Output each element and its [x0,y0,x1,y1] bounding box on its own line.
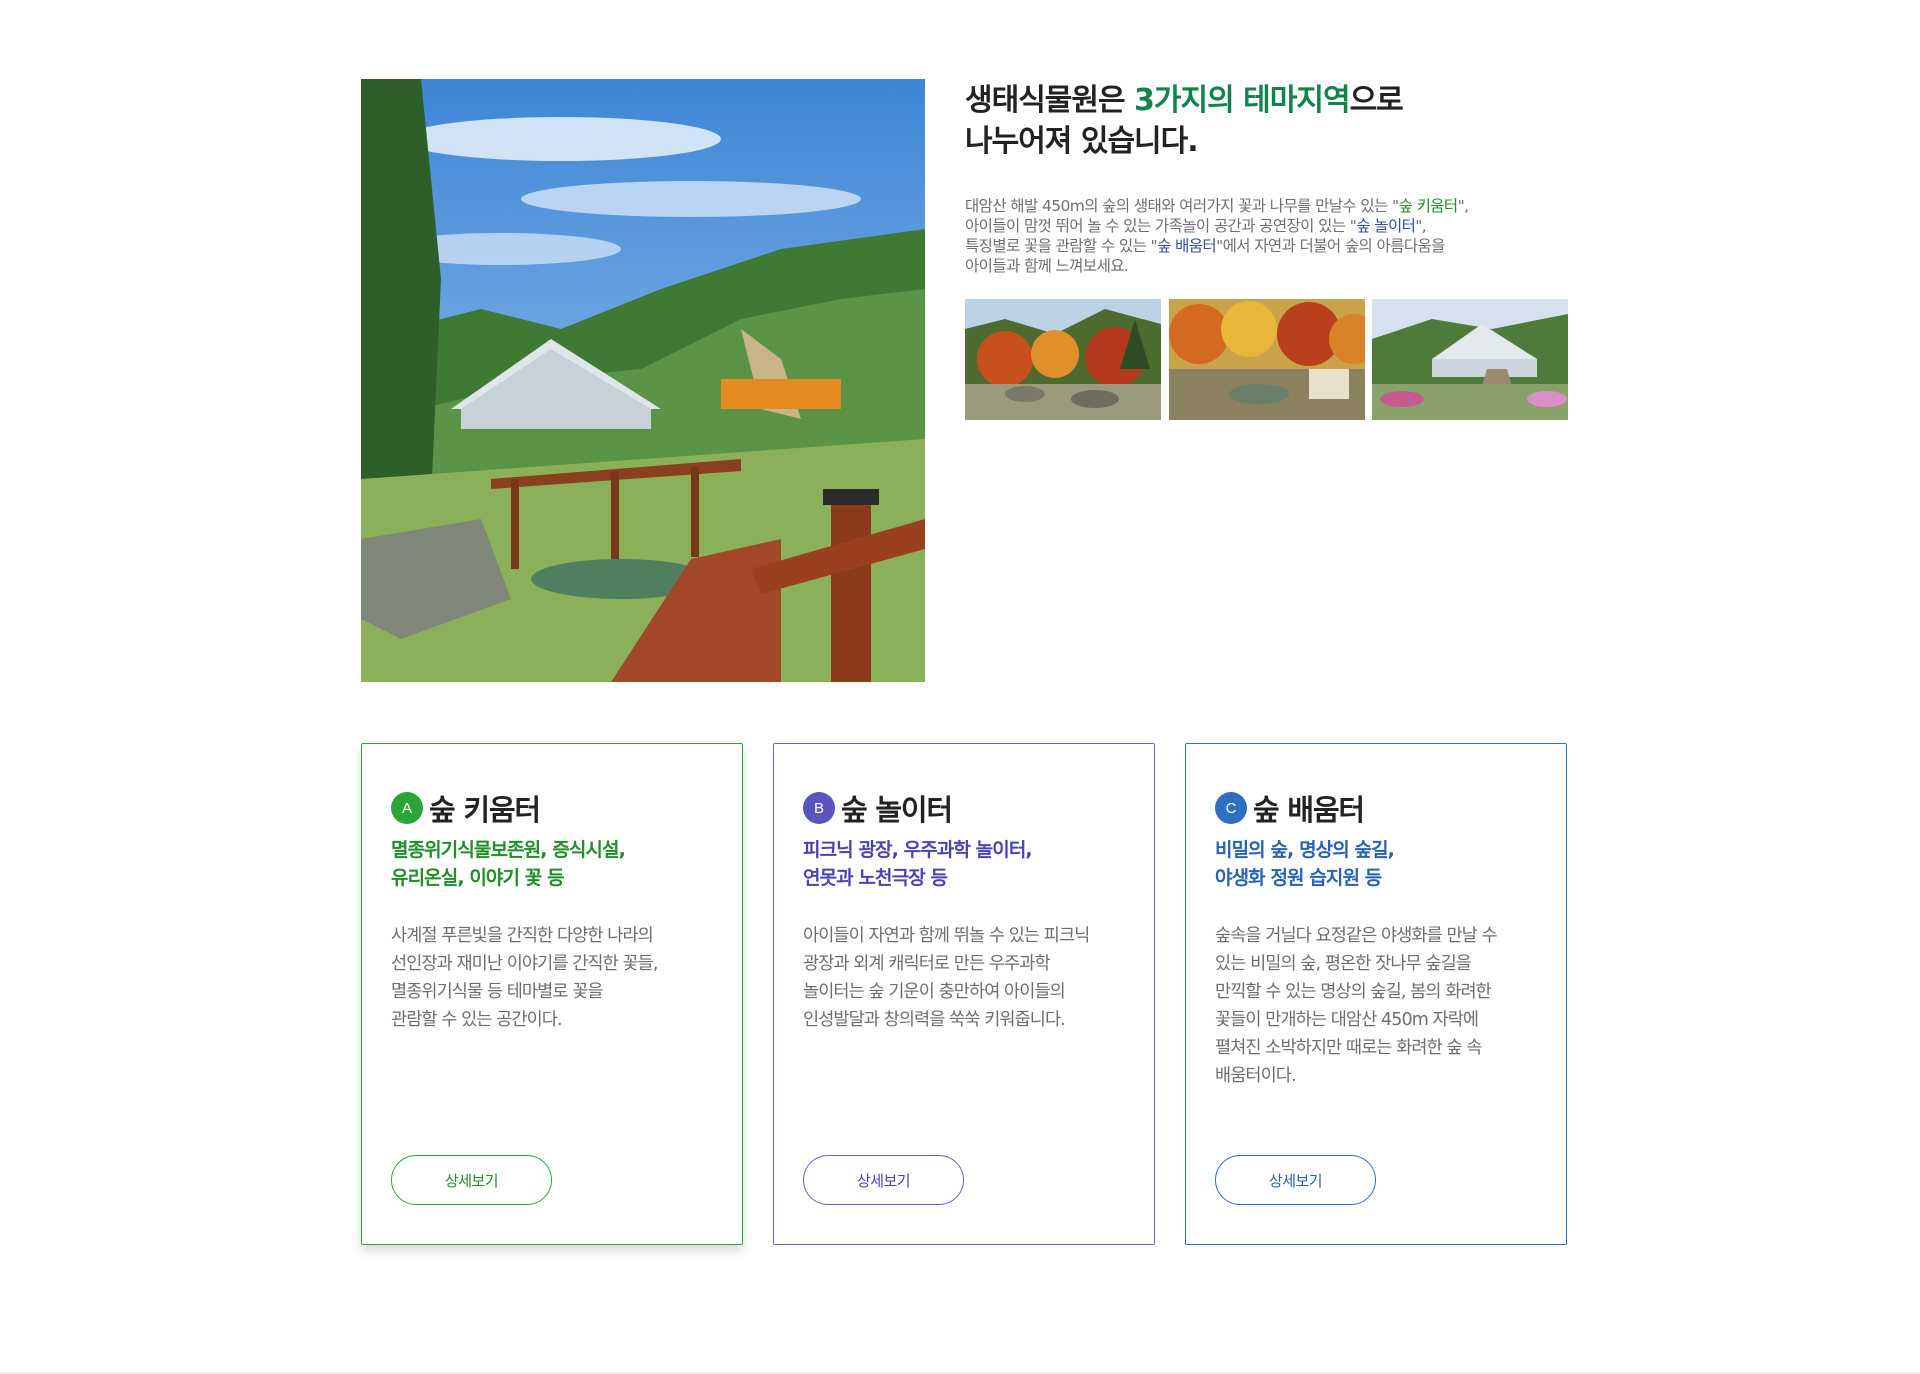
greenhouse-photo [1372,299,1568,420]
card-description-line: 배움터이다. [1215,1066,1297,1086]
desc-line1-q: 숲 키움터 [1398,197,1459,215]
card-subtitle-line: 연못과 노천극장 등 [803,867,948,889]
card-subtitle-line: 유리온실, 이야기 꽃 등 [391,867,565,889]
card-description-line: 놀이터는 숲 기운이 충만하여 아이들의 [803,982,1066,1002]
card-title-row: A 숲 키움터 [391,787,541,829]
card-description-line: 펼쳐진 소박하지만 때로는 화려한 숲 속 [1215,1038,1482,1058]
card-description-line: 관람할 수 있는 공간이다. [391,1010,563,1030]
card-description-line: 사계절 푸른빛을 간직한 다양한 나라의 [391,926,654,946]
desc-line3-b: "에서 자연과 더불어 숲의 아름다움을 [1216,237,1445,255]
theme-card-a: A 숲 키움터 멸종위기식물보존원, 증식시설, 유리온실, 이야기 꽃 등 사… [361,743,743,1245]
card-description-line: 인성발달과 창의력을 쑥쑥 키워줍니다. [803,1010,1066,1030]
card-title: 숲 배움터 [1253,793,1365,827]
card-subtitle-line: 멸종위기식물보존원, 증식시설, [391,839,626,861]
page-title: 생태식물원은 3가지의 테마지역으로 나누어져 있습니다. [965,80,1565,162]
detail-button-a[interactable]: 상세보기 [391,1155,552,1205]
desc-line4: 아이들과 함께 느껴보세요. [965,257,1129,275]
headline-line2: 나누어져 있습니다. [965,124,1199,159]
autumn-garden-photo [965,299,1161,420]
desc-line3-a: 특징별로 꽃을 관람할 수 있는 " [965,237,1158,255]
card-subtitle-line: 비밀의 숲, 명상의 숲길, [1215,839,1395,861]
thumbnail-gallery [965,299,1568,420]
detail-button-b[interactable]: 상세보기 [803,1155,964,1205]
badge-b: B [803,792,835,824]
card-title: 숲 놀이터 [841,793,953,827]
card-description-line: 멸종위기식물 등 테마별로 꽃을 [391,982,603,1002]
card-description-line: 아이들이 자연과 함께 뛰놀 수 있는 피크닉 [803,926,1090,946]
desc-line2-b: ", [1415,217,1427,235]
intro-section: 생태식물원은 3가지의 테마지역으로 나누어져 있습니다. 대암산 해발 450… [965,80,1565,276]
card-description: 사계절 푸른빛을 간직한 다양한 나라의 선인장과 재미난 이야기를 간직한 꽃… [391,922,721,1034]
theme-card-b: B 숲 놀이터 피크닉 광장, 우주과학 놀이터, 연못과 노천극장 등 아이들… [773,743,1155,1245]
card-description-line: 광장과 외계 캐릭터로 만든 우주과학 [803,954,1051,974]
card-title-row: B 숲 놀이터 [803,787,953,829]
card-subtitle: 비밀의 숲, 명상의 숲길, 야생화 정원 습지원 등 [1215,836,1545,892]
headline-part2: 으로 [1349,83,1404,118]
desc-line2-q: 숲 놀이터 [1356,217,1416,235]
card-description-line: 꽃들이 만개하는 대암산 450m 자락에 [1215,1010,1479,1030]
page: 생태식물원은 3가지의 테마지역으로 나누어져 있습니다. 대암산 해발 450… [0,0,1920,1374]
card-subtitle-line: 피크닉 광장, 우주과학 놀이터, [803,839,1033,861]
card-title-row: C 숲 배움터 [1215,787,1365,829]
card-subtitle-line: 야생화 정원 습지원 등 [1215,867,1382,889]
headline-part1: 생태식물원은 [965,83,1135,118]
card-description: 숲속을 거닐다 요정같은 야생화를 만날 수 있는 비밀의 숲, 평온한 잣나무… [1215,922,1545,1090]
autumn-pond-photo [1169,299,1365,420]
card-subtitle: 피크닉 광장, 우주과학 놀이터, 연못과 노천극장 등 [803,836,1133,892]
badge-a: A [391,792,423,824]
card-subtitle: 멸종위기식물보존원, 증식시설, 유리온실, 이야기 꽃 등 [391,836,721,892]
card-description-line: 선인장과 재미난 이야기를 간직한 꽃들, [391,954,658,974]
card-description-line: 만끽할 수 있는 명상의 숲길, 봄의 화려한 [1215,982,1492,1002]
detail-button-c[interactable]: 상세보기 [1215,1155,1376,1205]
desc-line3-q: 숲 배움터 [1157,237,1217,255]
card-title: 숲 키움터 [429,793,541,827]
intro-description: 대암산 해발 450m의 숲의 생태와 여러가지 꽃과 나무를 만날수 있는 "… [965,196,1565,276]
desc-line2-a: 아이들이 맘껏 뛰어 놀 수 있는 가족놀이 공간과 공연장이 있는 " [965,217,1357,235]
card-description: 아이들이 자연과 함께 뛰놀 수 있는 피크닉 광장과 외계 캐릭터로 만든 우… [803,922,1133,1034]
botanical-garden-photo [361,79,925,682]
desc-line1-a: 대암산 해발 450m의 숲의 생태와 여러가지 꽃과 나무를 만날수 있는 " [965,197,1399,215]
badge-c: C [1215,792,1247,824]
card-description-line: 숲속을 거닐다 요정같은 야생화를 만날 수 [1215,926,1498,946]
theme-card-c: C 숲 배움터 비밀의 숲, 명상의 숲길, 야생화 정원 습지원 등 숲속을 … [1185,743,1567,1245]
desc-line1-b: ", [1457,197,1469,215]
card-description-line: 있는 비밀의 숲, 평온한 잣나무 숲길을 [1215,954,1472,974]
headline-highlight: 3가지의 테마지역 [1134,83,1351,118]
